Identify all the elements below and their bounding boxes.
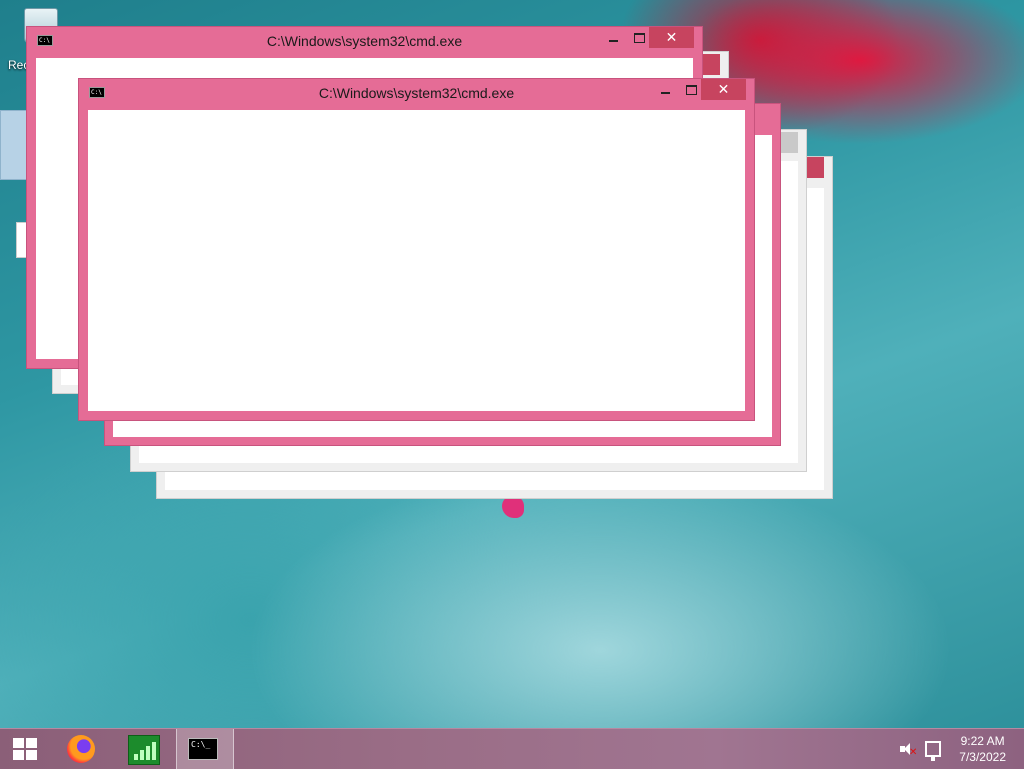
flower-petal (502, 496, 524, 518)
start-button[interactable] (0, 729, 50, 769)
system-tray: ✕ 9:22 AM 7/3/2022 (884, 729, 1024, 769)
speaker-muted-icon[interactable]: ✕ (899, 742, 917, 758)
clock[interactable]: 9:22 AM 7/3/2022 (959, 733, 1006, 765)
desktop: Rec ✕ C:\ C:\Windows\system32\cmd.exe ✕ … (0, 0, 1024, 728)
cmd-icon: C:\_ (188, 738, 218, 760)
taskbar-command-prompt[interactable]: C:\_ (176, 729, 234, 769)
console-area[interactable] (88, 110, 745, 411)
close-button[interactable]: ✕ (701, 79, 746, 100)
taskbar: C:\_ ✕ 9:22 AM 7/3/2022 (0, 728, 1024, 769)
maximize-icon (633, 32, 645, 43)
window-titlebar[interactable]: C:\ C:\Windows\system32\cmd.exe ✕ (79, 79, 754, 109)
cmd-window-front[interactable]: C:\ C:\Windows\system32\cmd.exe ✕ (78, 78, 755, 421)
taskbar-task-manager[interactable] (116, 729, 170, 769)
background-window-edge[interactable] (0, 110, 28, 180)
clock-time: 9:22 AM (960, 734, 1005, 748)
clock-date: 7/3/2022 (959, 750, 1006, 764)
windows-logo-icon (13, 738, 38, 761)
task-manager-icon (128, 735, 160, 765)
firefox-icon (67, 735, 95, 763)
minimize-icon (608, 39, 618, 42)
minimize-icon (660, 91, 670, 94)
taskbar-firefox[interactable] (54, 729, 108, 769)
minimize-button[interactable] (652, 79, 678, 100)
maximize-icon (685, 84, 697, 95)
minimize-button[interactable] (600, 27, 626, 48)
window-titlebar[interactable]: C:\ C:\Windows\system32\cmd.exe ✕ (27, 27, 702, 57)
network-icon[interactable] (925, 741, 941, 761)
ghost-close-button[interactable] (804, 157, 824, 178)
close-button[interactable]: ✕ (649, 27, 694, 48)
ghost-close-button[interactable] (700, 54, 720, 75)
